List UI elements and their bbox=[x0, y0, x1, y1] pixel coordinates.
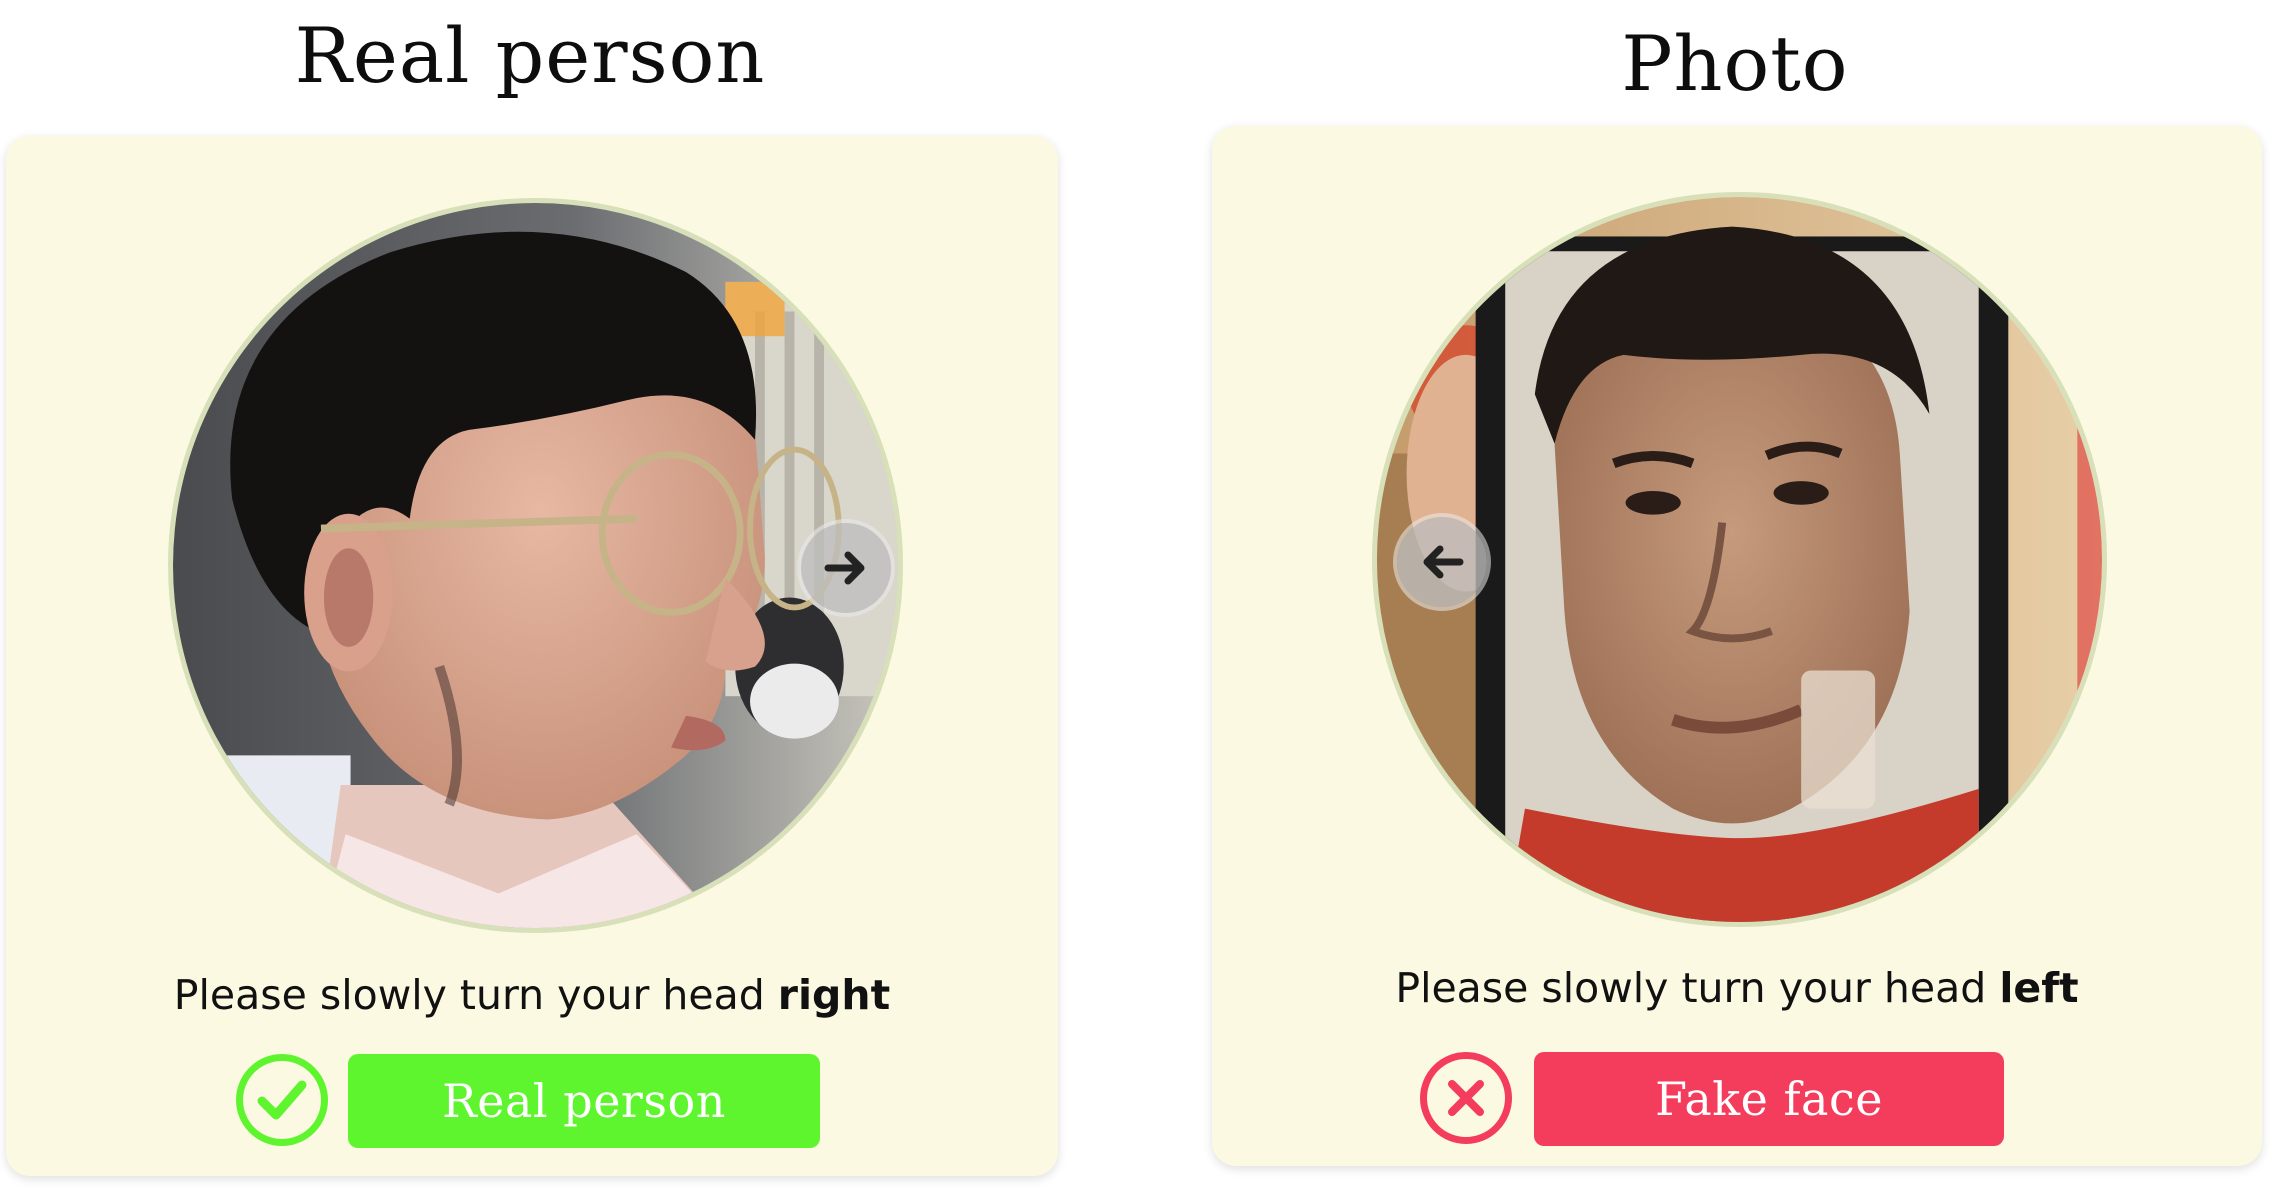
instruction-text-photo: Please slowly turn your head left bbox=[1212, 964, 2262, 1012]
check-circle-icon bbox=[236, 1054, 328, 1146]
result-badge-real-person: Real person bbox=[348, 1054, 820, 1148]
arrow-left-icon bbox=[1397, 517, 1487, 607]
panel-title-photo: Photo bbox=[1621, 19, 1849, 108]
instruction-prefix: Please slowly turn your head bbox=[1395, 964, 2000, 1012]
instruction-text-real-person: Please slowly turn your head right bbox=[6, 971, 1058, 1019]
camera-preview-real-person bbox=[168, 198, 903, 933]
result-badge-photo: Fake face bbox=[1534, 1052, 2004, 1146]
camera-preview-photo bbox=[1372, 192, 2107, 927]
instruction-prefix: Please slowly turn your head bbox=[173, 971, 778, 1019]
arrow-right-icon bbox=[801, 523, 891, 613]
panel-title-real-person: Real person bbox=[294, 11, 766, 100]
instruction-direction: left bbox=[1999, 964, 2079, 1012]
face-image-real-person bbox=[173, 203, 898, 928]
instruction-direction: right bbox=[777, 971, 891, 1019]
liveness-card-real-person: Please slowly turn your head right Real … bbox=[6, 136, 1058, 1176]
liveness-card-photo: Please slowly turn your head left Fake f… bbox=[1212, 126, 2262, 1166]
x-circle-icon bbox=[1420, 1052, 1512, 1144]
